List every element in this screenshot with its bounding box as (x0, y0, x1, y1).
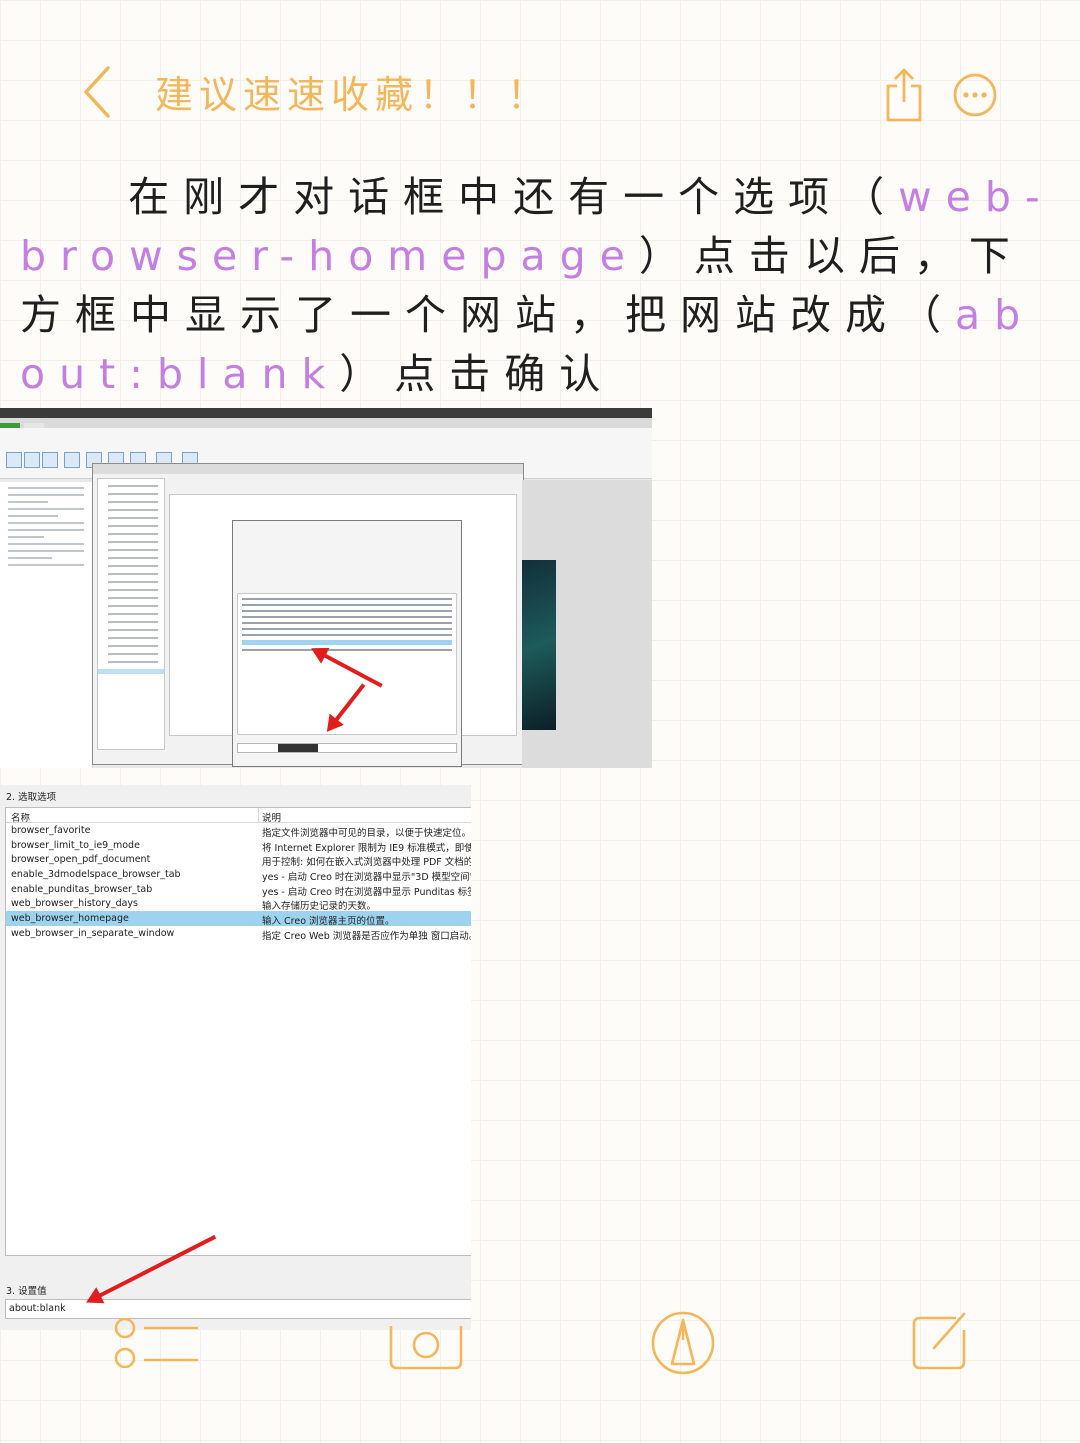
table-row[interactable]: browser_limit_to_ie9_mode 将 Internet Expl… (6, 838, 471, 854)
row-name: browser_favorite (11, 825, 91, 836)
table-row[interactable]: browser_open_pdf_document 用于控制: 如何在嵌入式浏览器… (6, 852, 471, 868)
column-header-name: 名称 (11, 813, 31, 824)
checklist-icon[interactable] (112, 1318, 202, 1368)
value-input[interactable]: about:blank (5, 1299, 471, 1319)
row-name: enable_3dmodelspace_browser_tab (11, 869, 181, 881)
row-name: web_browser_in_separate_window (11, 927, 175, 939)
row-name: web_browser_homepage (11, 913, 129, 925)
chevron-left-icon[interactable] (78, 62, 138, 122)
table-header: 名称 说明 (6, 808, 471, 824)
column-header-desc: 说明 (262, 813, 282, 824)
options-screenshot: 2. 选取选项 名称 说明 browser_favorite 指定文件浏览器中可见… (0, 785, 471, 1330)
pen-icon[interactable] (650, 1310, 716, 1376)
table-row[interactable]: browser_favorite 指定文件浏览器中可见的目录，以便于快速定位。包 (6, 823, 471, 839)
compose-icon[interactable] (910, 1310, 970, 1372)
creo-screenshot (0, 408, 652, 768)
row-name: browser_limit_to_ie9_mode (11, 839, 140, 851)
section-label: 3. 设置值 (6, 1286, 47, 1297)
camera-icon[interactable] (388, 1326, 464, 1372)
section-label: 2. 选取选项 (6, 792, 57, 803)
page-title: 建议速速收藏！！！ (155, 73, 552, 117)
table-row[interactable]: enable_3dmodelspace_browser_tab yes - 启动 … (6, 867, 471, 883)
more-icon[interactable] (952, 72, 998, 118)
note-body: 在刚才对话框中还有一个选项（web-browser-homepage）点击以后，… (20, 168, 1060, 404)
table-row[interactable]: enable_punditas_browser_tab yes - 启动 Creo… (6, 882, 471, 898)
table-row-selected[interactable]: web_browser_homepage 输入 Creo 浏览器主页的位置。 (6, 911, 471, 927)
share-icon[interactable] (884, 66, 924, 122)
table-row[interactable]: web_browser_history_days 输入存储历史记录的天数。 (6, 896, 471, 912)
value-text: about:blank (9, 1303, 66, 1314)
row-name: enable_punditas_browser_tab (11, 883, 153, 895)
row-name: browser_open_pdf_document (11, 854, 151, 866)
table-row[interactable]: web_browser_in_separate_window 指定 Creo We… (6, 926, 471, 942)
row-name: web_browser_history_days (11, 898, 139, 910)
options-table[interactable]: 名称 说明 browser_favorite 指定文件浏览器中可见的目录，以便于快… (5, 807, 471, 1256)
row-desc: 指定 Creo Web 浏览器是否应作为单独 窗口启动。 (262, 930, 471, 942)
note-text: 在刚才对话框中还有一个选项（ (128, 173, 899, 221)
note-text: ）点击确认 (339, 350, 615, 398)
